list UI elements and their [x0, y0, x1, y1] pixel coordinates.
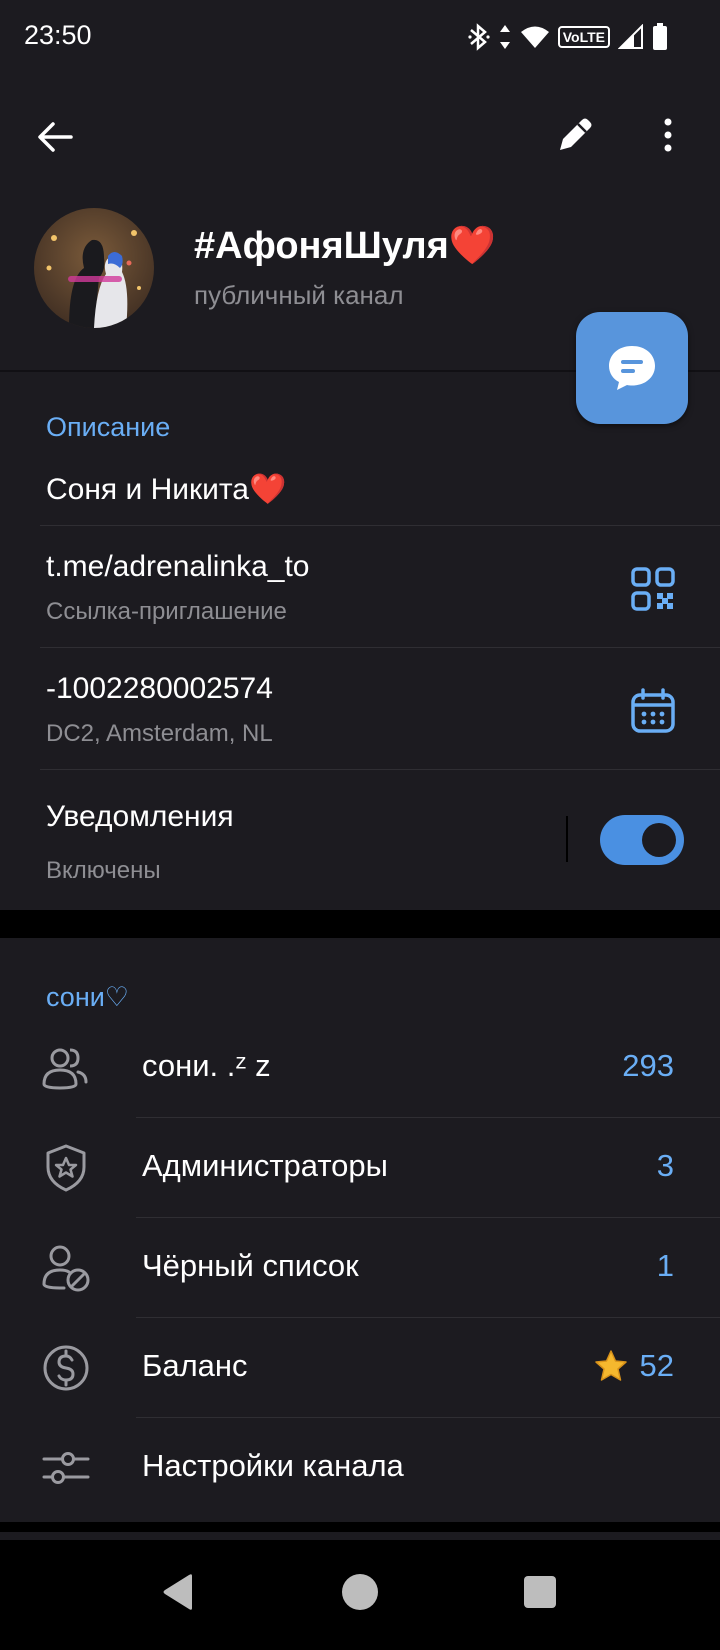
edit-button[interactable] [550, 110, 600, 160]
administrators-row[interactable]: Администраторы 3 [0, 1118, 720, 1218]
section-gap [0, 1522, 720, 1532]
notifications-toggle[interactable] [600, 815, 684, 865]
balance-label: Баланс [142, 1348, 248, 1383]
more-button[interactable] [648, 110, 688, 160]
data-arrows-icon [499, 25, 510, 49]
linked-group-row[interactable]: сони. .ᶻ z 293 [0, 1018, 720, 1118]
channel-title: #АфоняШуля❤️ [194, 225, 497, 267]
notifications-title: Уведомления [46, 800, 234, 833]
status-icons: VoLTE [468, 20, 668, 54]
blacklist-count: 1 [656, 1248, 674, 1283]
next-section-edge [0, 1532, 720, 1540]
bluetooth-icon [468, 23, 490, 51]
wifi-icon [520, 26, 549, 48]
shield-star-icon [46, 1144, 86, 1192]
balance-value: 52 [639, 1348, 674, 1383]
pencil-icon [560, 118, 592, 150]
description-text: Соня и Никита❤️ [46, 473, 287, 506]
status-bar: 23:50 VoLTE [0, 0, 720, 72]
description-header: Описание [46, 412, 171, 442]
star-icon [594, 1350, 627, 1381]
calendar-icon[interactable] [630, 688, 676, 734]
sliders-icon [42, 1452, 90, 1484]
arrow-left-icon [38, 122, 73, 152]
channel-settings-row[interactable]: Настройки канала [0, 1418, 720, 1518]
group-section: сони♡ сони. .ᶻ z 293 Администраторы 3 Чё… [0, 938, 720, 1522]
dollar-circle-icon [43, 1345, 89, 1391]
nav-back-button[interactable] [160, 1572, 196, 1612]
balance-value-wrap: 52 [594, 1348, 674, 1384]
datacenter-label: DC2, Amsterdam, NL [46, 720, 273, 747]
nav-home-button[interactable] [342, 1574, 378, 1610]
signal-icon [618, 24, 643, 49]
qr-code-icon[interactable] [630, 566, 676, 612]
invite-link-label: Ссылка-приглашение [46, 598, 287, 625]
notifications-status: Включены [46, 857, 161, 884]
channel-id-value[interactable]: -1002280002574 [46, 672, 273, 706]
blacklist-row[interactable]: Чёрный список 1 [0, 1218, 720, 1318]
section-gap [0, 910, 720, 938]
status-time: 23:50 [24, 20, 92, 50]
group-header: сони♡ [46, 982, 130, 1012]
nav-recents-button[interactable] [524, 1576, 556, 1608]
invite-link-value[interactable]: t.me/adrenalinka_to [46, 550, 310, 584]
back-button[interactable] [30, 112, 80, 162]
channel-avatar[interactable] [34, 208, 154, 328]
divider [40, 647, 720, 648]
volte-label: VoLTE [557, 26, 610, 48]
more-vertical-icon [664, 118, 672, 152]
linked-group-label: сони. .ᶻ z [142, 1048, 271, 1083]
battery-icon [653, 23, 667, 50]
administrators-label: Администраторы [142, 1148, 388, 1183]
divider [40, 525, 720, 526]
toggle-knob [642, 823, 676, 857]
discussion-button[interactable] [576, 312, 688, 424]
chat-bubble-icon [609, 346, 655, 390]
administrators-count: 3 [656, 1148, 674, 1183]
channel-settings-label: Настройки канала [142, 1448, 404, 1483]
linked-group-count: 293 [622, 1048, 674, 1083]
info-section: Описание Соня и Никита❤️ t.me/adrenalink… [0, 372, 720, 910]
users-icon [42, 1048, 88, 1090]
channel-type: публичный канал [194, 280, 404, 310]
blacklist-label: Чёрный список [142, 1248, 359, 1283]
balance-row[interactable]: Баланс 52 [0, 1318, 720, 1418]
divider [40, 769, 720, 770]
system-nav-bar [0, 1550, 720, 1650]
user-blocked-icon [42, 1245, 90, 1292]
divider [566, 816, 568, 862]
